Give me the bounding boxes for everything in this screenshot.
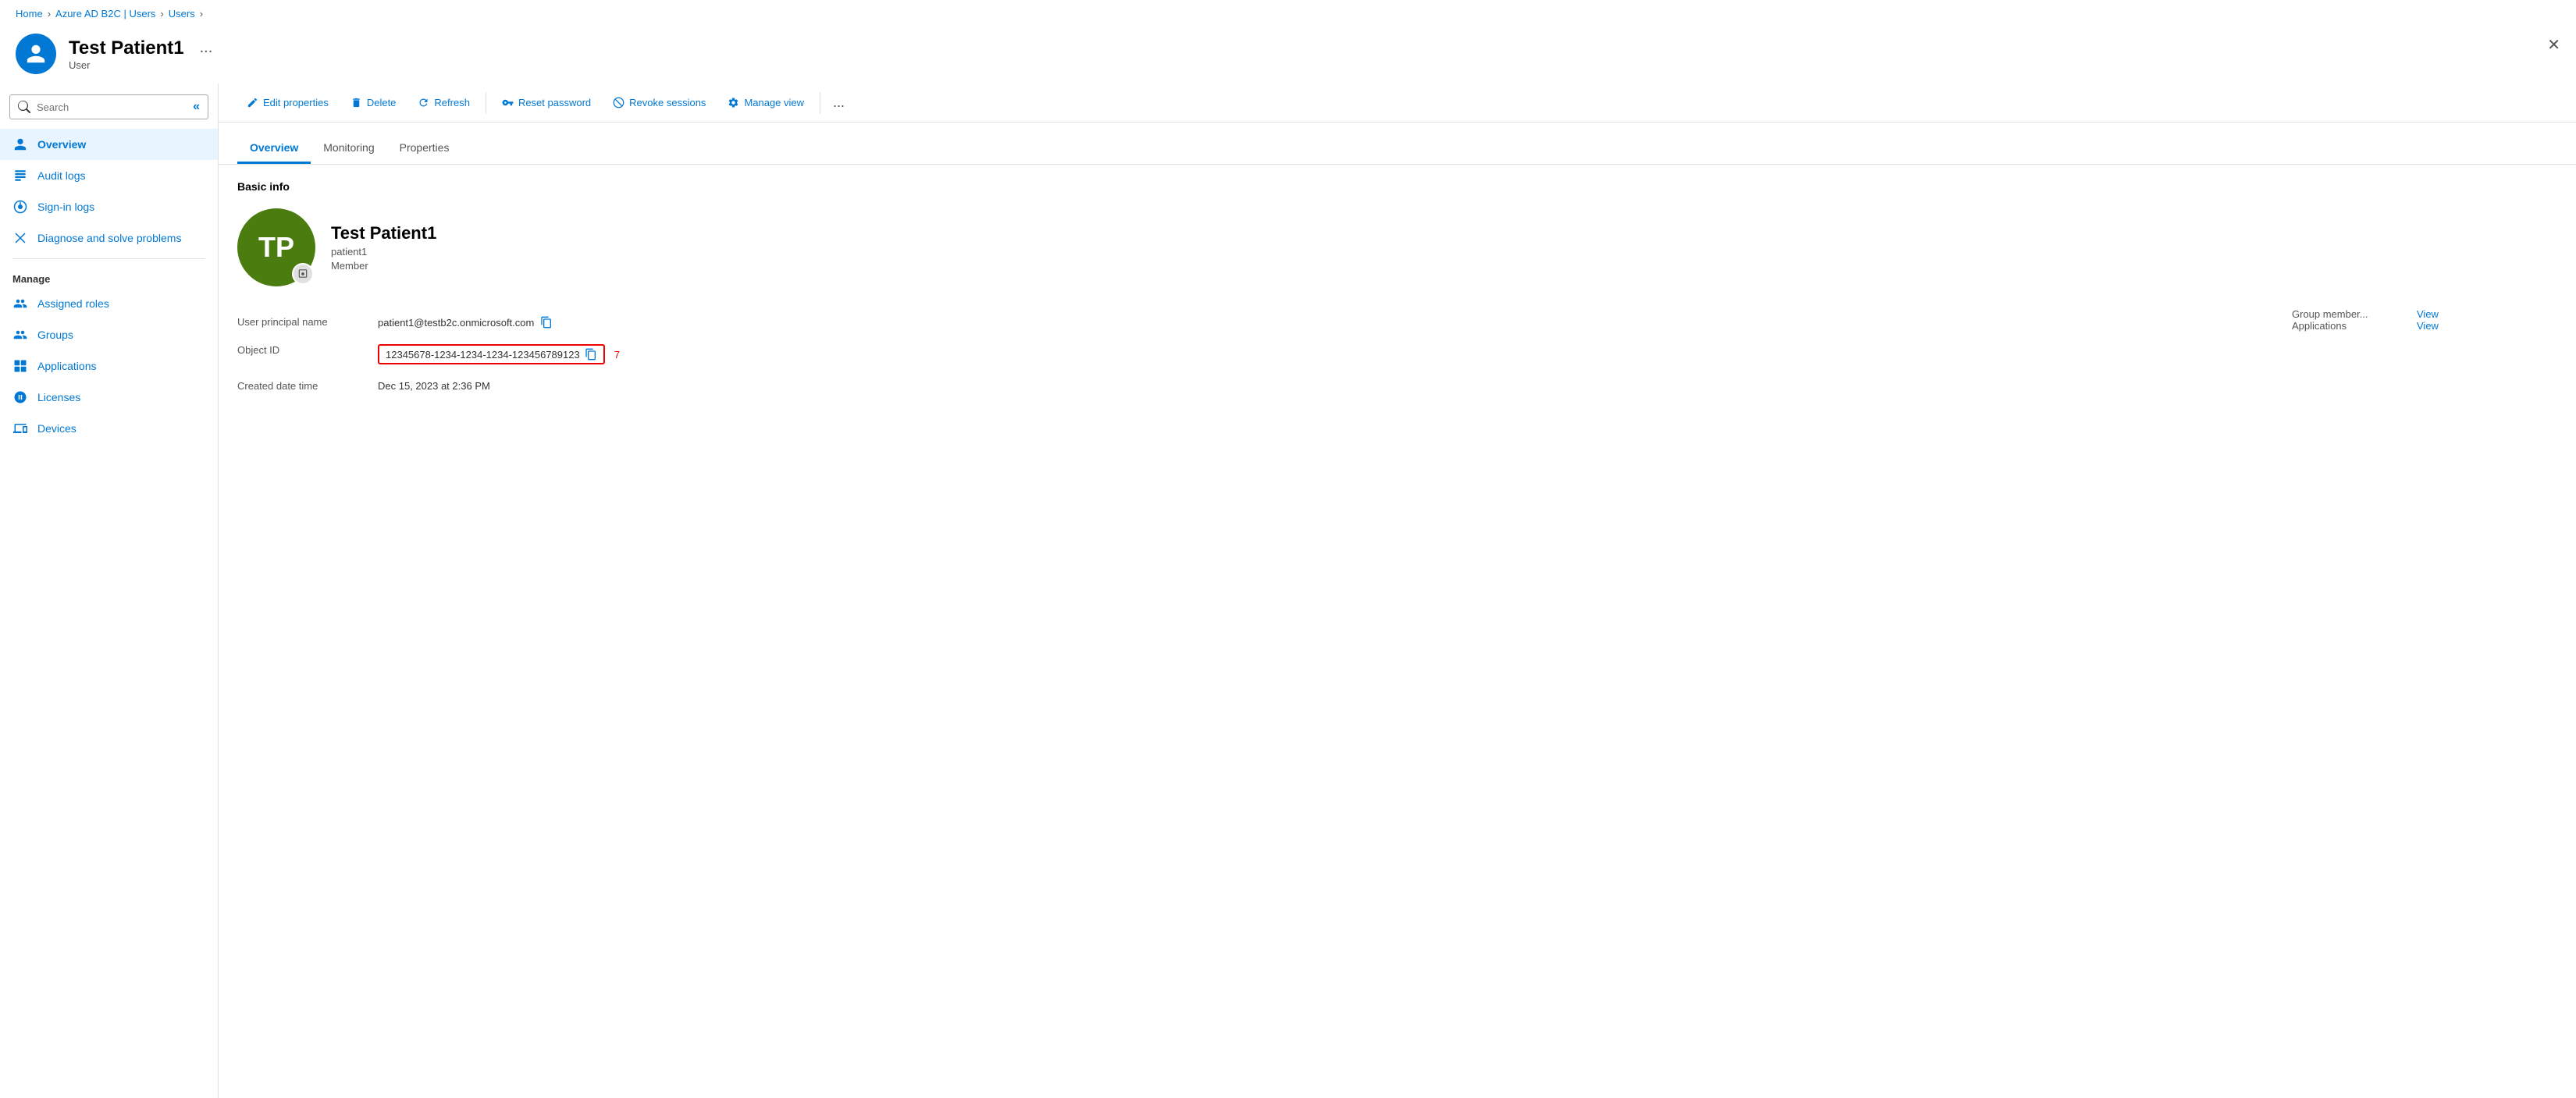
user-role-text: Member <box>331 260 436 272</box>
search-icon <box>18 101 30 113</box>
section-title-basic-info: Basic info <box>237 180 2557 193</box>
sidebar-item-licenses[interactable]: Licenses <box>0 382 218 413</box>
header-avatar-icon <box>16 34 56 74</box>
sidebar-item-groups[interactable]: Groups <box>0 319 218 350</box>
pencil-icon <box>247 97 258 108</box>
object-id-label: Object ID <box>237 344 362 356</box>
copy-upn-button[interactable] <box>540 316 553 329</box>
group-member-label: Group member... <box>2292 308 2401 320</box>
header-subtitle: User <box>69 59 212 71</box>
created-date-row: Created date time Dec 15, 2023 at 2:36 P… <box>237 372 2261 400</box>
object-id-value: 12345678-1234-1234-1234-123456789123 7 <box>378 344 620 364</box>
user-profile-row: TP Test Patient1 patient1 Member <box>237 208 2557 286</box>
overview-content: Basic info TP Test Patient1 patient1 <box>219 165 2576 415</box>
user-avatar: TP <box>237 208 315 286</box>
user-principal-name-row: User principal name patient1@testb2c.onm… <box>237 308 2261 336</box>
sidebar-item-sign-in-logs-label: Sign-in logs <box>37 201 94 213</box>
info-right-column: Group member... View Applications View <box>2261 308 2557 400</box>
collapse-sidebar-button[interactable]: « <box>193 100 200 114</box>
applications-icon <box>12 358 28 374</box>
sidebar-item-overview[interactable]: Overview <box>0 129 218 160</box>
trash-icon <box>350 97 362 108</box>
sidebar-item-devices-label: Devices <box>37 422 76 435</box>
sidebar: « Overview <box>0 84 219 1098</box>
breadcrumb-azure-ad[interactable]: Azure AD B2C | Users <box>55 8 155 20</box>
key-icon <box>502 97 514 108</box>
camera-icon <box>297 268 308 279</box>
breadcrumb-users[interactable]: Users <box>169 8 195 20</box>
revoke-sessions-button[interactable]: Revoke sessions <box>603 91 715 114</box>
applications-row: Applications View <box>2292 320 2557 332</box>
applications-label: Applications <box>2292 320 2401 332</box>
sidebar-section-manage: Manage <box>0 264 218 288</box>
breadcrumb: Home › Azure AD B2C | Users › Users › <box>0 0 2576 27</box>
change-photo-button[interactable] <box>292 263 314 285</box>
user-id-text: patient1 <box>331 246 436 258</box>
sidebar-item-overview-label: Overview <box>37 138 86 151</box>
object-id-row: Object ID 12345678-1234-1234-1234-123456… <box>237 336 2261 372</box>
sidebar-item-audit-logs[interactable]: Audit logs <box>0 160 218 191</box>
user-display-name: Test Patient1 <box>331 223 436 243</box>
toolbar: Edit properties Delete Refresh <box>219 84 2576 123</box>
groups-icon <box>12 327 28 343</box>
info-left-column: User principal name patient1@testb2c.onm… <box>237 308 2261 400</box>
copy-object-id-button[interactable] <box>585 348 597 361</box>
sidebar-item-licenses-label: Licenses <box>37 391 80 403</box>
sidebar-item-applications[interactable]: Applications <box>0 350 218 382</box>
user-principal-name-value: patient1@testb2c.onmicrosoft.com <box>378 316 553 329</box>
user-icon <box>12 137 28 152</box>
sidebar-item-diagnose[interactable]: Diagnose and solve problems <box>0 222 218 254</box>
gear-icon <box>728 97 739 108</box>
search-input[interactable] <box>37 101 187 113</box>
page-header: Test Patient1 ... User ✕ <box>0 27 2576 84</box>
sidebar-item-assigned-roles[interactable]: Assigned roles <box>0 288 218 319</box>
sidebar-item-diagnose-label: Diagnose and solve problems <box>37 232 181 244</box>
sidebar-item-groups-label: Groups <box>37 329 73 341</box>
user-principal-name-label: User principal name <box>237 316 362 328</box>
tab-monitoring[interactable]: Monitoring <box>311 135 386 164</box>
signin-icon <box>12 199 28 215</box>
licenses-icon <box>12 389 28 405</box>
sidebar-item-assigned-roles-label: Assigned roles <box>37 297 109 310</box>
object-id-number: 7 <box>614 349 620 361</box>
audit-icon <box>12 168 28 183</box>
created-date-label: Created date time <box>237 380 362 392</box>
edit-properties-button[interactable]: Edit properties <box>237 91 338 114</box>
sidebar-divider <box>12 258 205 259</box>
content-area: Edit properties Delete Refresh <box>219 84 2576 1098</box>
tab-properties[interactable]: Properties <box>387 135 462 164</box>
breadcrumb-home[interactable]: Home <box>16 8 43 20</box>
sidebar-item-devices[interactable]: Devices <box>0 413 218 444</box>
info-columns: User principal name patient1@testb2c.onm… <box>237 308 2557 400</box>
created-date-value: Dec 15, 2023 at 2:36 PM <box>378 380 490 392</box>
search-box[interactable]: « <box>9 94 208 119</box>
manage-view-button[interactable]: Manage view <box>718 91 813 114</box>
toolbar-more-button[interactable]: ... <box>827 91 851 114</box>
refresh-icon <box>418 97 429 108</box>
refresh-button[interactable]: Refresh <box>408 91 479 114</box>
sidebar-item-audit-logs-label: Audit logs <box>37 169 85 182</box>
tab-overview[interactable]: Overview <box>237 135 311 164</box>
object-id-box: 12345678-1234-1234-1234-123456789123 <box>378 344 605 364</box>
page-title: Test Patient1 <box>69 37 184 59</box>
reset-password-button[interactable]: Reset password <box>493 91 600 114</box>
applications-view-value: View <box>2417 320 2439 332</box>
tabs: Overview Monitoring Properties <box>219 123 2576 165</box>
sidebar-item-applications-label: Applications <box>37 360 97 372</box>
sidebar-item-sign-in-logs[interactable]: Sign-in logs <box>0 191 218 222</box>
diagnose-icon <box>12 230 28 246</box>
sessions-icon <box>613 97 624 108</box>
devices-icon <box>12 421 28 436</box>
applications-view-link[interactable]: View <box>2417 320 2439 332</box>
group-member-view-value: View <box>2417 308 2439 320</box>
delete-button[interactable]: Delete <box>341 91 406 114</box>
close-button[interactable]: ✕ <box>2547 35 2560 55</box>
group-member-view-link[interactable]: View <box>2417 308 2439 320</box>
header-ellipsis-button[interactable]: ... <box>200 39 213 57</box>
group-member-row: Group member... View <box>2292 308 2557 320</box>
roles-icon <box>12 296 28 311</box>
